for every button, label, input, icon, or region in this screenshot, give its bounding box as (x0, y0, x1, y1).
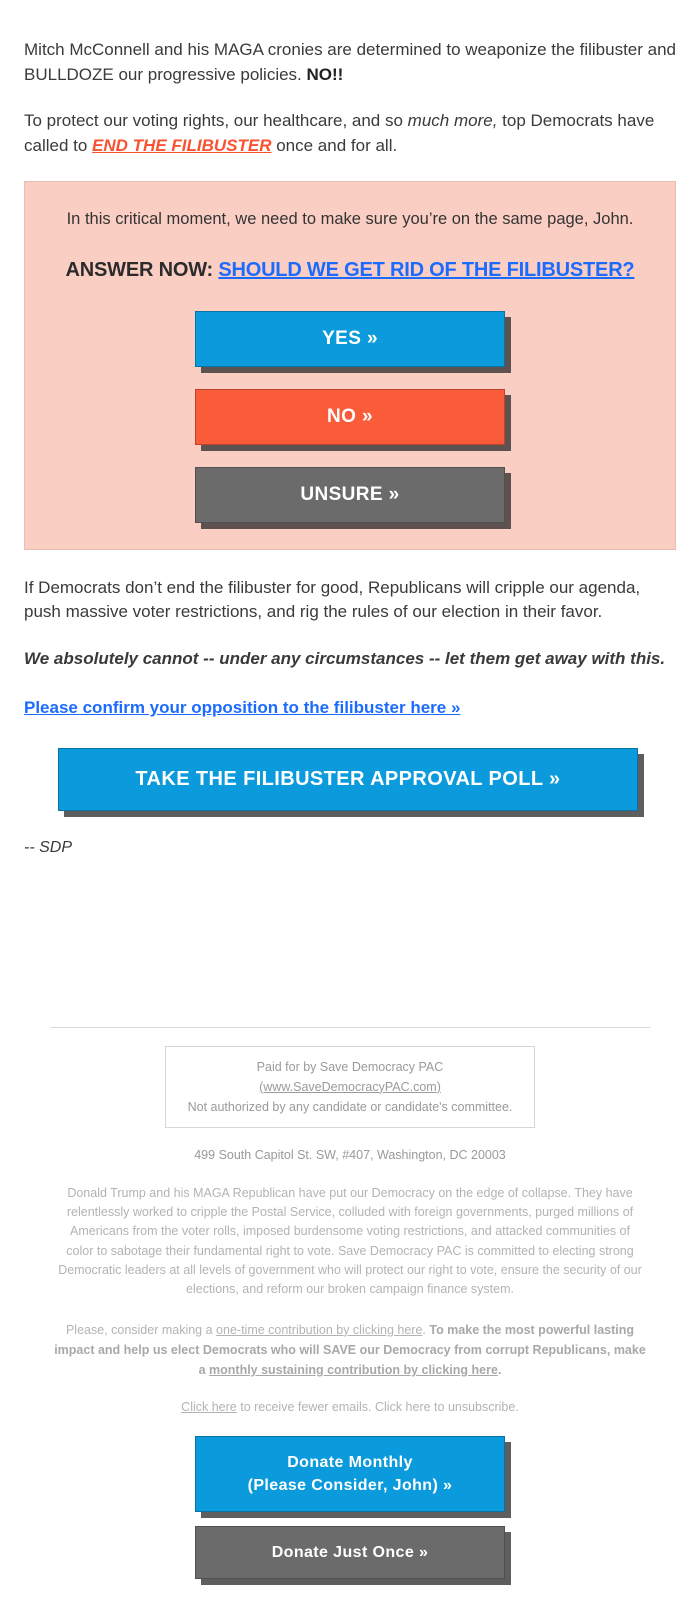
ask-strong-b: . (497, 1362, 502, 1377)
take-poll-button[interactable]: TAKE THE FILIBUSTER APPROVAL POLL » (58, 747, 638, 811)
paid-for-line: Paid for by Save Democracy PAC (256, 1059, 444, 1074)
callout-lead-text: In this critical moment, we need to make… (66, 209, 634, 228)
cta-section: TAKE THE FILIBUSTER APPROVAL POLL » (0, 747, 700, 811)
intro-emphasis-much-more: much more, (407, 111, 498, 131)
footer-disclaimer: Donald Trump and his MAGA Republican hav… (58, 1185, 642, 1297)
paid-for-box: Paid for by Save Democracy PAC (www.Save… (164, 1045, 536, 1128)
intro-emphasis-no: NO!! (306, 64, 344, 84)
middle-paragraph-emphasis: We absolutely cannot -- under any circum… (24, 648, 666, 668)
unsubscribe-text: to receive fewer emails. Click here to u… (236, 1399, 519, 1414)
end-the-filibuster-link[interactable]: END THE FILIBUSTER (92, 136, 271, 155)
poll-button-unsure[interactable]: UNSURE » (195, 466, 505, 523)
poll-callout-box: In this critical moment, we need to make… (24, 180, 676, 550)
not-authorized-line: Not authorized by any candidate or candi… (187, 1099, 513, 1114)
website-line: (www.SaveDemocracyPAC.com) (188, 1077, 513, 1097)
poll-button-no[interactable]: NO » (195, 388, 505, 445)
monthly-contribution-link[interactable]: monthly sustaining contribution by click… (209, 1363, 498, 1377)
poll-button-yes[interactable]: YES » (195, 310, 505, 367)
donate-once-button[interactable]: Donate Just Once » (195, 1526, 505, 1580)
unsubscribe-line: Click here to receive fewer emails. Clic… (50, 1400, 650, 1414)
intro-paragraph-2-text-a: To protect our voting rights, our health… (24, 111, 408, 131)
one-time-contribution-link[interactable]: one-time contribution by clicking here (216, 1323, 422, 1337)
intro-paragraph-1: Mitch McConnell and his MAGA cronies are… (24, 38, 676, 87)
confirm-opposition-link[interactable]: Please confirm your opposition to the fi… (24, 698, 460, 718)
mailing-address: 499 South Capitol St. SW, #407, Washingt… (194, 1147, 506, 1162)
intro-paragraph-1-text: Mitch McConnell and his MAGA cronies are… (24, 40, 677, 84)
intro-paragraph-2: To protect our voting rights, our health… (24, 109, 676, 158)
ask-text-a: Please, consider making a (65, 1322, 217, 1337)
callout-question-prefix: ANSWER NOW: (65, 258, 219, 281)
footer: Paid for by Save Democracy PAC (www.Save… (0, 1028, 700, 1609)
middle-paragraph-1: If Democrats don’t end the filibuster fo… (24, 577, 641, 622)
intro-section: Mitch McConnell and his MAGA cronies are… (0, 0, 700, 159)
middle-section: If Democrats don’t end the filibuster fo… (0, 550, 700, 748)
contribution-ask: Please, consider making a one-time contr… (50, 1320, 650, 1380)
email-body: Mitch McConnell and his MAGA cronies are… (0, 0, 700, 1609)
intro-paragraph-2-text-c: once and for all. (271, 135, 398, 155)
donate-monthly-line-1: Donate Monthly (287, 1453, 413, 1471)
website-link[interactable]: (www.SaveDemocracyPAC.com) (259, 1080, 441, 1094)
callout-question-link[interactable]: SHOULD WE GET RID OF THE FILIBUSTER? (218, 259, 634, 281)
signature: -- SDP (24, 838, 72, 856)
donate-monthly-line-2: (Please Consider, John) » (247, 1477, 453, 1495)
donate-monthly-button[interactable]: Donate Monthly (Please Consider, John) » (195, 1435, 505, 1513)
fewer-emails-link[interactable]: Click here (181, 1400, 237, 1414)
bottom-spacer (0, 857, 700, 1027)
callout-question: ANSWER NOW: SHOULD WE GET RID OF THE FIL… (39, 257, 661, 283)
